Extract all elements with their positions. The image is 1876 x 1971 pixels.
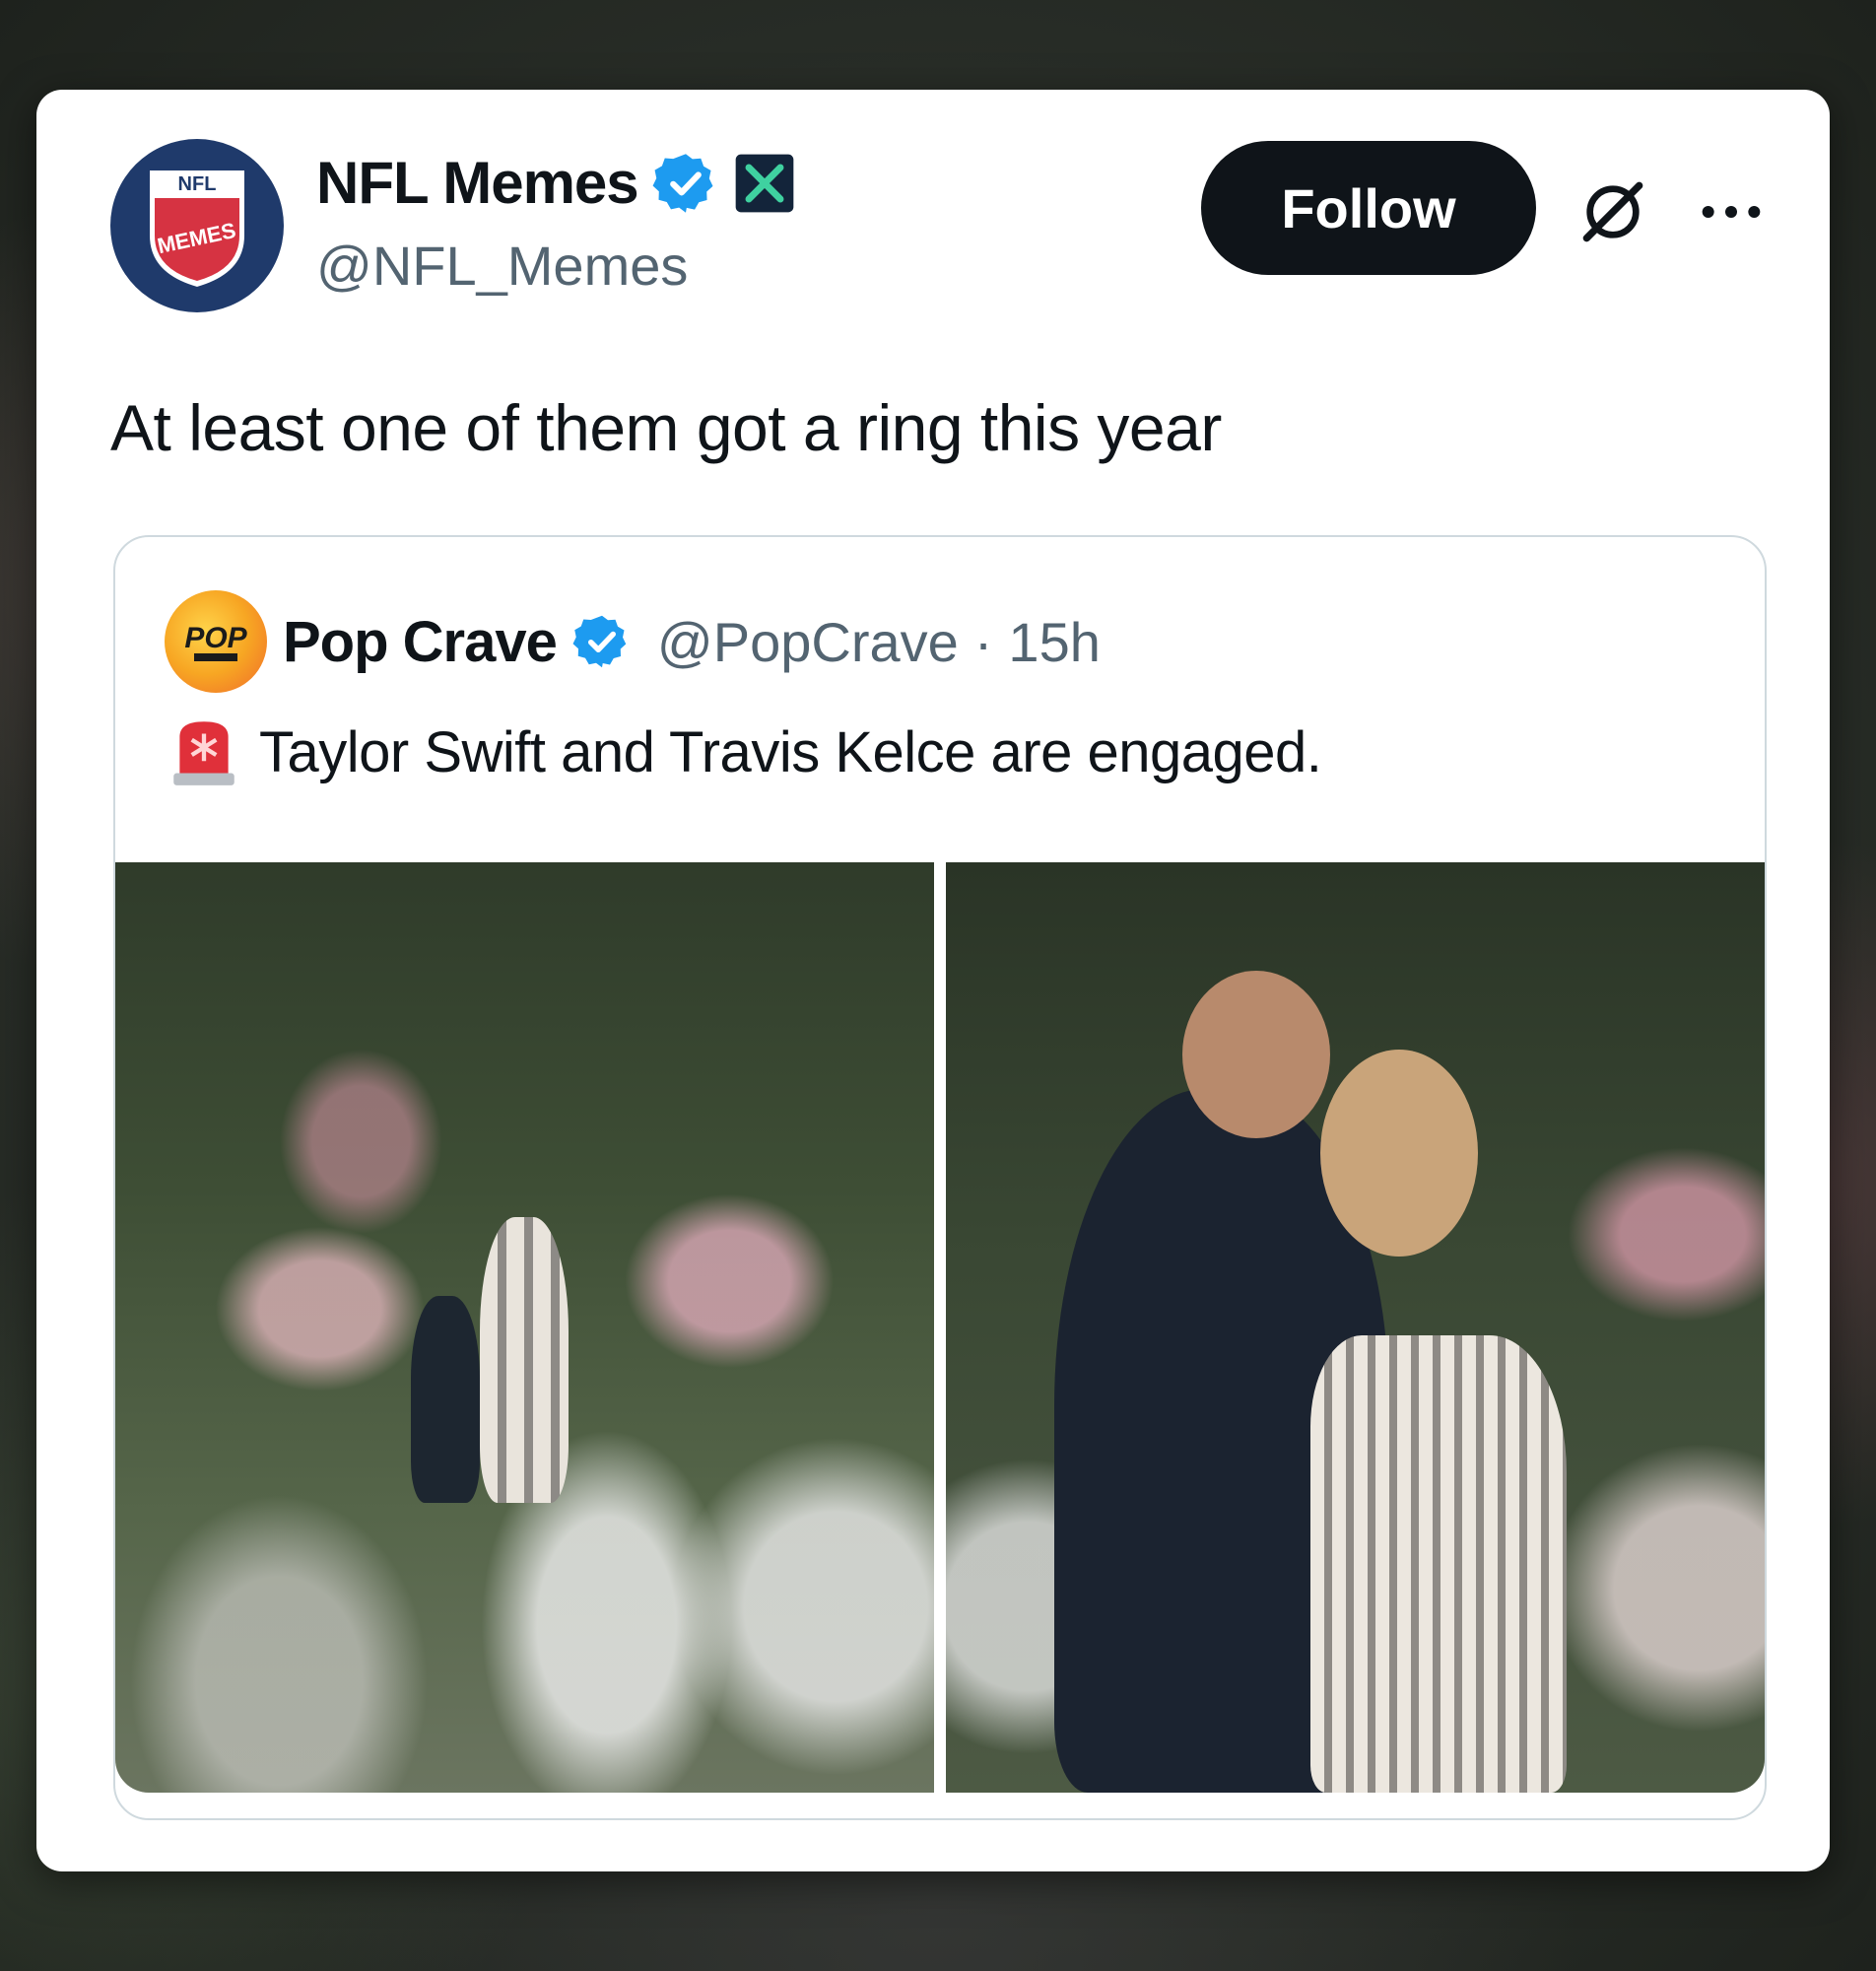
more-options-button[interactable] — [1692, 172, 1771, 251]
quote-avatar-text: POP — [184, 622, 247, 654]
photo-figure-man — [411, 1296, 480, 1503]
quote-time[interactable]: 15h — [1008, 610, 1100, 674]
siren-icon — [173, 721, 234, 785]
tweet-text: At least one of them got a ring this yea… — [110, 391, 1222, 464]
quote-verified-badge-icon — [572, 615, 627, 668]
verified-badge-icon — [652, 153, 713, 213]
pop-crave-logo-icon: POP — [184, 622, 248, 661]
quote-text: Taylor Swift and Travis Kelce are engage… — [259, 719, 1322, 784]
media-photo-1[interactable] — [115, 862, 934, 1793]
quote-separator: · — [973, 610, 993, 673]
quote-header: POP Pop Crave @PopCrave · 15h — [165, 590, 1101, 693]
quote-avatar[interactable]: POP — [165, 590, 267, 693]
author-handle[interactable]: @NFL_Memes — [316, 234, 688, 298]
photo-face-woman — [1320, 1050, 1478, 1257]
photo-figure-woman — [480, 1217, 569, 1503]
media-photo-2[interactable] — [946, 862, 1765, 1793]
follow-button[interactable]: Follow — [1201, 141, 1536, 275]
quote-text-row: Taylor Swift and Travis Kelce are engage… — [167, 713, 1322, 791]
quote-author-handle[interactable]: @PopCrave — [657, 610, 959, 674]
quoted-tweet[interactable]: POP Pop Crave @PopCrave · 15h Taylor Swi… — [113, 535, 1767, 1820]
grok-icon — [1582, 181, 1643, 242]
photo-figure-woman-dress — [1310, 1335, 1567, 1793]
nfl-memes-logo-icon: NFL MEMES — [146, 167, 248, 292]
avatar-logo-top: NFL — [178, 173, 217, 195]
photo-face-man — [1182, 971, 1330, 1138]
x-logo-icon — [735, 154, 793, 212]
tweet-card: NFL MEMES NFL Memes @NFL_Memes Follow At… — [36, 90, 1830, 1871]
grok-button[interactable] — [1574, 172, 1652, 251]
more-icon — [1702, 206, 1761, 218]
quote-author-name[interactable]: Pop Crave — [283, 609, 558, 675]
author-avatar[interactable]: NFL MEMES — [110, 139, 284, 312]
quote-media-grid — [115, 862, 1765, 1793]
author-name-row: NFL Memes — [316, 149, 796, 217]
author-name[interactable]: NFL Memes — [316, 149, 639, 217]
